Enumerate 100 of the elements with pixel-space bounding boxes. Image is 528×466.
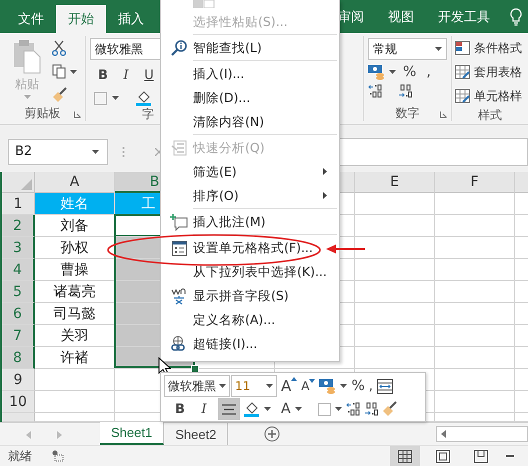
menu-item[interactable]: 超链接(I)... — [161, 332, 339, 356]
currency-icon[interactable] — [319, 378, 336, 394]
ribbon-tab[interactable]: 插入 — [106, 5, 156, 33]
row-header[interactable]: 6 — [2, 303, 35, 325]
row-header[interactable]: 7 — [2, 325, 35, 347]
page-icon — [436, 450, 450, 462]
border-icon[interactable] — [318, 402, 331, 416]
caret-icon[interactable] — [70, 70, 77, 74]
italic-button[interactable]: I — [117, 66, 135, 84]
group-label: 样式 — [478, 106, 502, 124]
comma-button[interactable]: , — [423, 64, 434, 80]
fill-color-icon[interactable] — [244, 401, 260, 417]
number-format-dropdown[interactable]: 常规 — [368, 38, 447, 60]
add-sheet-icon[interactable] — [264, 426, 280, 442]
increase-decimal-icon[interactable] — [368, 84, 382, 98]
currency-icon[interactable] — [368, 64, 385, 80]
dots-icon — [122, 146, 125, 158]
column-header[interactable]: F — [435, 172, 515, 193]
style-command[interactable]: 单元格样 — [455, 85, 528, 107]
caret-icon[interactable] — [340, 384, 348, 388]
format-painter-icon[interactable] — [52, 87, 68, 103]
percent-button[interactable]: % — [351, 378, 365, 394]
font-size-dropdown[interactable]: 11 — [231, 375, 277, 397]
launcher-icon[interactable] — [440, 111, 447, 118]
comment-icon — [170, 214, 188, 230]
menu-item[interactable]: 从下拉列表中选择(K)... — [161, 260, 339, 284]
increase-decimal-icon[interactable] — [346, 402, 360, 416]
font-name-dropdown[interactable]: 微软雅黑 — [164, 375, 230, 397]
bold-button[interactable]: B — [94, 66, 112, 84]
table-format-icon — [455, 64, 471, 80]
decrease-decimal-icon[interactable] — [398, 84, 412, 98]
column-header[interactable]: A — [35, 172, 115, 193]
row-header[interactable]: 3 — [2, 237, 35, 259]
table-cell: 曹操 — [35, 259, 115, 281]
font-color-button[interactable]: A — [281, 401, 291, 417]
comma-button[interactable]: , — [368, 378, 373, 394]
align-center-button[interactable] — [218, 398, 240, 420]
format-cells-icon — [172, 240, 186, 256]
row-header[interactable]: 4 — [2, 259, 35, 281]
name-box[interactable]: B2 — [8, 138, 108, 164]
scroll-left-icon[interactable] — [441, 430, 446, 438]
launcher-icon[interactable] — [74, 111, 81, 118]
menu-item[interactable]: 清除内容(N) — [161, 110, 339, 134]
hyperlink-icon — [171, 336, 187, 352]
ribbon-tab[interactable]: 开发工具 — [426, 2, 502, 30]
caret-icon[interactable] — [389, 70, 396, 74]
menu-item[interactable]: 显示拼音字段(S) — [161, 284, 339, 308]
sheet-tab[interactable]: Sheet1 — [100, 422, 164, 445]
cell-style-icon — [455, 88, 471, 104]
style-command[interactable]: 条件格式 — [455, 37, 528, 59]
horizontal-scrollbar[interactable] — [436, 426, 528, 442]
row-header[interactable]: 2 — [2, 215, 35, 237]
italic-button[interactable]: I — [194, 402, 214, 416]
caret-icon[interactable] — [294, 407, 302, 411]
status-text: 就绪 — [8, 448, 32, 464]
menu-item[interactable]: 删除(D)... — [161, 86, 339, 110]
ribbon-tab[interactable]: 文件 — [6, 5, 56, 33]
row-header[interactable]: 1 — [2, 193, 35, 215]
submenu-arrow-icon — [323, 168, 327, 175]
row-header[interactable]: 8 — [2, 347, 35, 369]
grow-font-button[interactable]: A — [281, 377, 298, 395]
clipboard-icon[interactable] — [12, 38, 42, 74]
table-cell: 许褚 — [35, 347, 115, 369]
lightbulb-icon[interactable] — [510, 8, 522, 26]
triangle-down-icon — [309, 379, 316, 383]
underline-button[interactable]: U — [140, 66, 158, 84]
align-center-icon — [222, 404, 236, 414]
row-header[interactable]: 5 — [2, 281, 35, 303]
bold-button[interactable]: B — [170, 402, 190, 416]
caret-icon[interactable] — [112, 96, 119, 100]
ribbon-tab[interactable]: 开始 — [56, 5, 106, 33]
shrink-font-button[interactable]: A — [301, 379, 316, 393]
table-cell: 孙权 — [35, 237, 115, 259]
pinyin-icon — [171, 288, 187, 304]
submenu-arrow-icon — [323, 192, 327, 199]
column-header[interactable]: E — [355, 172, 435, 193]
caret-icon[interactable] — [264, 407, 271, 411]
row-header[interactable]: 9 — [2, 369, 35, 391]
decrease-decimal-icon[interactable] — [364, 402, 378, 416]
ribbon-tab[interactable]: 视图 — [376, 2, 426, 30]
scissors-icon[interactable] — [52, 40, 66, 56]
macro-record-icon[interactable] — [52, 450, 64, 462]
format-painter-icon[interactable] — [382, 401, 398, 417]
smart-lookup-icon — [171, 40, 187, 56]
copy-icon[interactable] — [52, 64, 66, 79]
group-label: 数字 — [396, 104, 420, 122]
wrap-text-icon[interactable] — [376, 378, 393, 394]
border-icon[interactable] — [94, 92, 107, 104]
grid-icon — [398, 450, 412, 462]
header-cell: 姓名 — [35, 193, 115, 215]
row-header[interactable]: 10 — [2, 391, 35, 413]
caret-icon[interactable] — [334, 407, 342, 411]
page-break-icon — [474, 450, 488, 462]
table-cell: 刘备 — [35, 215, 115, 237]
quick-analysis-icon — [171, 140, 187, 156]
fill-color-icon[interactable] — [136, 90, 152, 106]
menu-item[interactable]: 定义名称(A)... — [161, 308, 339, 332]
style-command[interactable]: 套用表格 — [455, 61, 528, 83]
percent-button[interactable]: % — [400, 64, 420, 80]
view-button[interactable] — [390, 446, 420, 466]
